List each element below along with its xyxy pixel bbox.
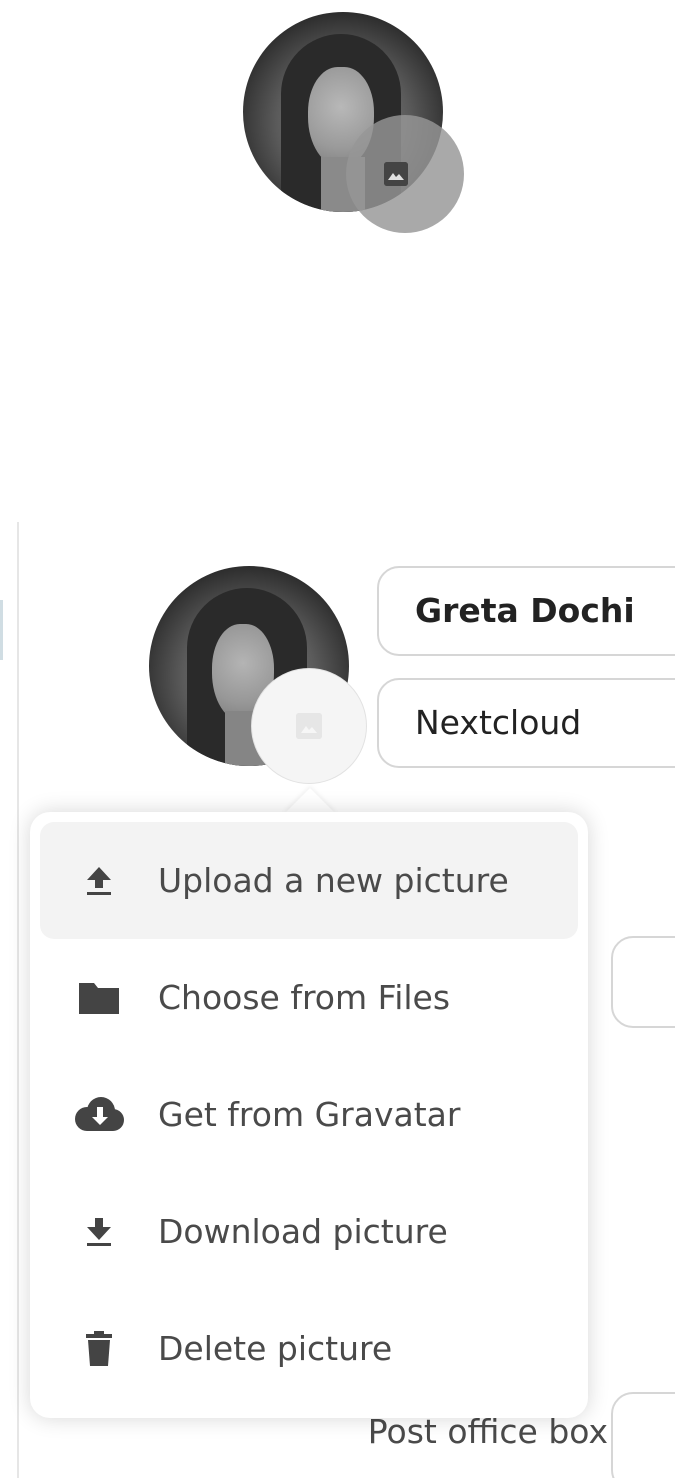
image-icon — [384, 162, 408, 186]
display-name-field[interactable]: Greta Dochi — [377, 566, 675, 656]
menu-item-label: Get from Gravatar — [158, 1095, 461, 1134]
cloud-download-icon — [40, 1056, 158, 1173]
menu-item-label: Upload a new picture — [158, 861, 509, 900]
partially-hidden-field[interactable] — [611, 936, 675, 1028]
profile-settings-page: Greta Dochi Nextcloud Post office box Up… — [0, 0, 675, 1478]
menu-item-label: Delete picture — [158, 1329, 393, 1368]
menu-item-upload-picture[interactable]: Upload a new picture — [40, 822, 578, 939]
download-icon — [40, 1173, 158, 1290]
post-office-box-field[interactable] — [611, 1392, 675, 1478]
profile-avatar — [149, 566, 371, 788]
image-icon — [296, 713, 322, 739]
avatar-actions-menu: Upload a new picture Choose from Files G… — [30, 812, 588, 1418]
upload-icon — [40, 822, 158, 939]
organisation-field[interactable]: Nextcloud — [377, 678, 675, 768]
menu-item-delete-picture[interactable]: Delete picture — [40, 1290, 578, 1407]
avatar-menu-button[interactable] — [251, 668, 367, 784]
menu-item-label: Download picture — [158, 1212, 448, 1251]
popover-arrow — [284, 788, 336, 814]
menu-item-download-picture[interactable]: Download picture — [40, 1173, 578, 1290]
panel-divider-accent — [0, 600, 3, 660]
avatar-preview — [243, 12, 465, 234]
menu-item-label: Choose from Files — [158, 978, 451, 1017]
menu-item-get-from-gravatar[interactable]: Get from Gravatar — [40, 1056, 578, 1173]
trash-icon — [40, 1290, 158, 1407]
panel-divider — [17, 522, 19, 1478]
menu-item-choose-from-files[interactable]: Choose from Files — [40, 939, 578, 1056]
folder-icon — [40, 939, 158, 1056]
